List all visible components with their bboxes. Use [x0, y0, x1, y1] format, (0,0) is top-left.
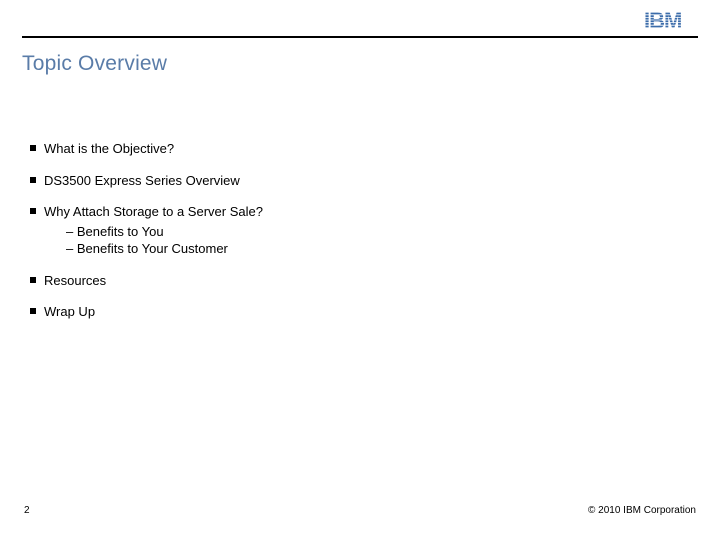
bullet-icon: [30, 177, 36, 183]
svg-text:IBM: IBM: [644, 10, 681, 30]
list-item: Why Attach Storage to a Server Sale?: [30, 203, 690, 221]
list-item: DS3500 Express Series Overview: [30, 172, 690, 190]
bullet-icon: [30, 308, 36, 314]
list-item-label: DS3500 Express Series Overview: [44, 172, 240, 190]
list-subitem: Benefits to You: [66, 223, 690, 241]
list-item-label: What is the Objective?: [44, 140, 174, 158]
header-divider: [22, 36, 698, 38]
list-item-label: Why Attach Storage to a Server Sale?: [44, 203, 263, 221]
bullet-icon: [30, 208, 36, 214]
bullet-list: What is the Objective? DS3500 Express Se…: [30, 140, 690, 335]
list-item-label: Resources: [44, 272, 106, 290]
bullet-icon: [30, 277, 36, 283]
ibm-logo: IBM: [644, 10, 694, 35]
bullet-icon: [30, 145, 36, 151]
list-subitem: Benefits to Your Customer: [66, 240, 690, 258]
list-item: Resources: [30, 272, 690, 290]
copyright-text: © 2010 IBM Corporation: [588, 505, 696, 516]
list-item: Wrap Up: [30, 303, 690, 321]
page-title: Topic Overview: [22, 52, 167, 76]
list-item: What is the Objective?: [30, 140, 690, 158]
list-item-label: Wrap Up: [44, 303, 95, 321]
page-number: 2: [24, 505, 30, 516]
